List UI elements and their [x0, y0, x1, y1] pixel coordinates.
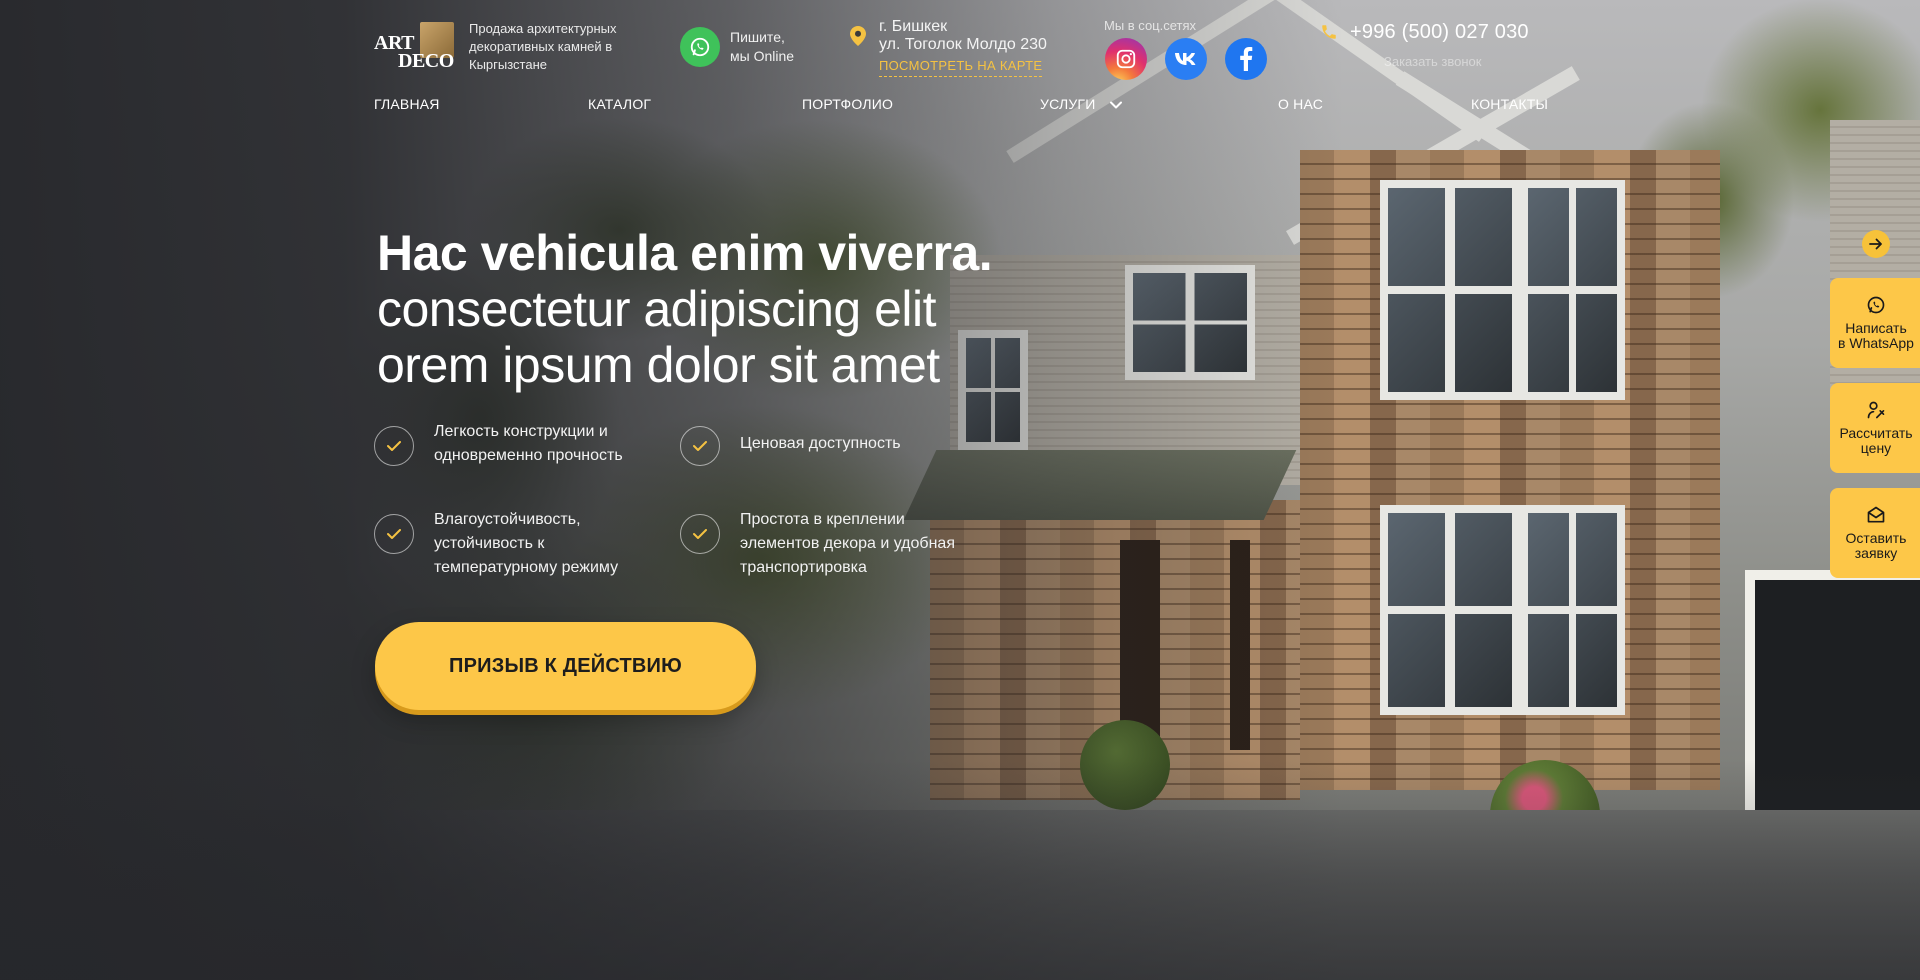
next-slide-button[interactable]: [1862, 230, 1890, 258]
brand-tagline: Продажа архитектурных декоративных камне…: [469, 21, 617, 72]
nav-item-about[interactable]: О НАС: [1278, 96, 1323, 112]
side-request-label-2: заявку: [1854, 545, 1898, 561]
phone-number[interactable]: +996 (500) 027 030: [1350, 21, 1529, 44]
social-label: Мы в соц.сетях: [1104, 18, 1197, 33]
feature-text: Простота в креплении элементов декора и …: [740, 511, 955, 576]
side-whatsapp-button[interactable]: Написать в WhatsApp: [1830, 278, 1920, 368]
feature-item: Ценовая доступность: [680, 420, 980, 466]
side-calculate-button[interactable]: Рассчитать цену: [1830, 383, 1920, 473]
instagram-button[interactable]: [1105, 38, 1147, 80]
side-request-button[interactable]: Оставить заявку: [1830, 488, 1920, 578]
side-calculate-label-1: Рассчитать: [1839, 425, 1913, 441]
site-header: ART DECO Продажа архитектурных декоратив…: [374, 18, 1574, 80]
vk-icon: [1175, 53, 1196, 65]
feature-item: Простота в креплении элементов декора и …: [680, 508, 980, 580]
address: г. Бишкек ул. Тоголок Молдо 230: [879, 18, 1047, 54]
feature-text: Легкость конструкции и одновременно проч…: [434, 423, 623, 464]
nav-item-portfolio[interactable]: ПОРТФОЛИО: [802, 96, 893, 112]
side-whatsapp-label-1: Написать: [1845, 320, 1907, 336]
feature-text: Ценовая доступность: [740, 435, 901, 452]
arrow-right-icon: [1869, 238, 1882, 250]
view-on-map-link[interactable]: ПОСМОТРЕТЬ НА КАРТЕ: [879, 58, 1043, 77]
whatsapp-icon: [690, 37, 710, 57]
whatsapp-header-button[interactable]: [680, 27, 720, 67]
check-icon: [680, 514, 720, 554]
hero-title-line-3: orem ipsum dolor sit amet: [377, 337, 940, 393]
address-street: ул. Тоголок Молдо 230: [879, 36, 1047, 53]
phone-icon: [1322, 25, 1336, 39]
brand-logo[interactable]: ART DECO: [374, 20, 454, 74]
whatsapp-caption: Пишите, мы Online: [730, 28, 820, 66]
check-icon: [374, 426, 414, 466]
nav-item-contacts[interactable]: КОНТАКТЫ: [1471, 96, 1548, 112]
envelope-icon: [1867, 506, 1885, 523]
whatsapp-icon: [1867, 296, 1885, 314]
check-icon: [680, 426, 720, 466]
whatsapp-caption-line-1: Пишите,: [730, 29, 785, 45]
side-calculate-label-2: цену: [1860, 440, 1892, 456]
location-pin-icon: [850, 26, 866, 46]
calculator-hand-icon: [1867, 401, 1885, 419]
nav-item-services[interactable]: УСЛУГИ: [1040, 96, 1122, 112]
feature-item: Влагоустойчивость, устойчивость к темпер…: [374, 508, 674, 580]
nav-item-home[interactable]: ГЛАВНАЯ: [374, 96, 440, 112]
instagram-icon: [1116, 49, 1136, 69]
side-request-label-1: Оставить: [1845, 530, 1907, 546]
feature-item: Легкость конструкции и одновременно проч…: [374, 420, 674, 468]
hero-background-image: [0, 0, 1920, 980]
facebook-icon: [1240, 47, 1253, 71]
nav-item-catalog[interactable]: КАТАЛОГ: [588, 96, 651, 112]
chevron-down-icon: [1109, 101, 1122, 109]
main-nav: ГЛАВНАЯ КАТАЛОГ ПОРТФОЛИО УСЛУГИ О НАС К…: [0, 96, 1920, 116]
nav-item-services-label: УСЛУГИ: [1040, 96, 1096, 112]
feature-text: Влагоустойчивость, устойчивость к темпер…: [434, 511, 619, 576]
address-city: г. Бишкек: [879, 18, 948, 35]
hero-title-bold: Hac vehicula enim viverra.: [377, 225, 993, 281]
vk-button[interactable]: [1165, 38, 1207, 80]
whatsapp-caption-line-2: мы Online: [730, 48, 795, 64]
hero-title-line-2: consectetur adipiscing elit: [377, 281, 937, 337]
logo-line-2: DECO: [398, 50, 454, 72]
check-icon: [374, 514, 414, 554]
hero-title: Hac vehicula enim viverra. consectetur a…: [377, 225, 1077, 393]
call-to-action-button[interactable]: ПРИЗЫВ К ДЕЙСТВИЮ: [375, 622, 756, 710]
facebook-button[interactable]: [1225, 38, 1267, 80]
callback-link[interactable]: Заказать звонок: [1384, 54, 1481, 69]
side-whatsapp-label-2: в WhatsApp: [1838, 335, 1914, 351]
